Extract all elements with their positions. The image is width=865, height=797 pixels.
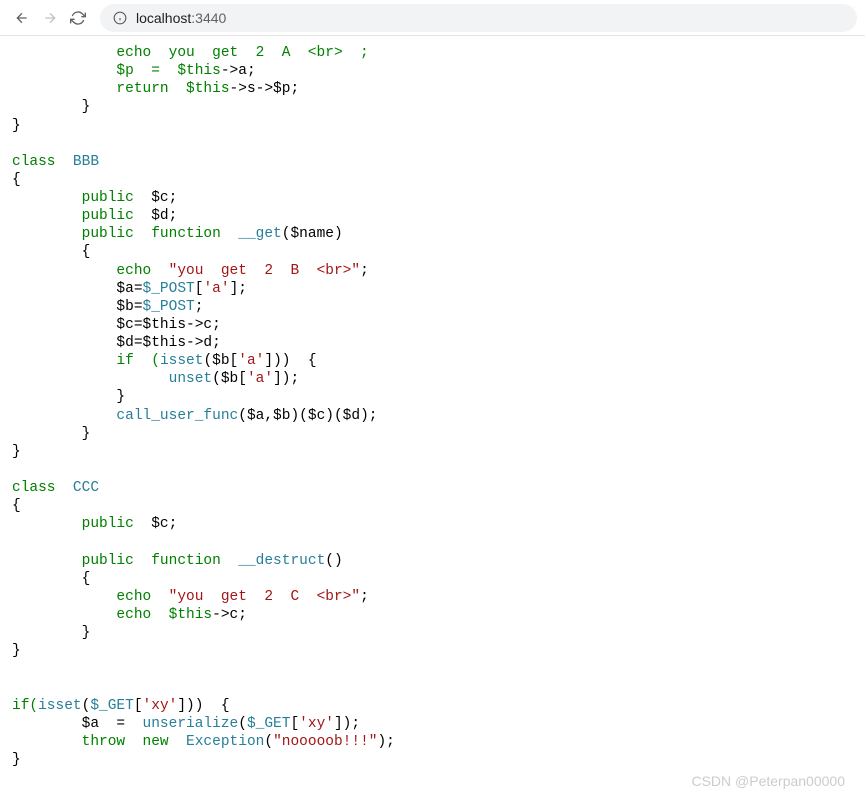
code-content: echo you get 2 A <br> ; $p = $this->a; r… (0, 36, 865, 777)
code-line: throw new Exception("nooooob!!!"); (12, 734, 395, 750)
code-line: class CCC (12, 480, 99, 496)
code-line: $a = unserialize($_GET['xy']); (12, 716, 360, 732)
code-line: if (isset($b['a'])) { (12, 353, 317, 369)
code-line: unset($b['a']); (12, 371, 299, 387)
code-line: public $c; (12, 190, 177, 206)
forward-button[interactable] (36, 4, 64, 32)
code-line: public function __get($name) (12, 226, 343, 242)
watermark: CSDN @Peterpan00000 (691, 773, 845, 789)
code-line: } (12, 625, 90, 641)
code-line: public $c; (12, 516, 177, 532)
code-line: return $this->s->$p; (12, 81, 299, 97)
code-line: public $d; (12, 208, 177, 224)
code-line: call_user_func($a,$b)($c)($d); (12, 408, 377, 424)
browser-toolbar: localhost:3440 (0, 0, 865, 36)
code-line: $b=$_POST; (12, 299, 203, 315)
code-line: class BBB (12, 154, 99, 170)
back-button[interactable] (8, 4, 36, 32)
url-host: localhost (136, 10, 191, 26)
code-line: } (12, 643, 21, 659)
reload-button[interactable] (64, 4, 92, 32)
code-line: } (12, 118, 21, 134)
code-line: } (12, 752, 21, 768)
code-line: $a=$_POST['a']; (12, 281, 247, 297)
code-line: public function __destruct() (12, 553, 343, 569)
code-line: echo "you get 2 B <br>"; (12, 263, 369, 279)
code-line: { (12, 498, 21, 514)
address-bar[interactable]: localhost:3440 (100, 4, 857, 32)
code-line: } (12, 444, 21, 460)
code-line: $p = $this->a; (12, 63, 256, 79)
url-port: :3440 (191, 10, 226, 26)
code-line: } (12, 99, 90, 115)
code-line: { (12, 571, 90, 587)
code-line: } (12, 389, 125, 405)
info-icon (112, 10, 128, 26)
code-line: { (12, 172, 21, 188)
code-line: if(isset($_GET['xy'])) { (12, 698, 230, 714)
code-line: $d=$this->d; (12, 335, 221, 351)
code-line: $c=$this->c; (12, 317, 221, 333)
code-line: echo you get 2 A <br> ; (12, 45, 369, 61)
code-line: echo "you get 2 C <br>"; (12, 589, 369, 605)
code-line: } (12, 426, 90, 442)
code-line: { (12, 244, 90, 260)
code-line: echo $this->c; (12, 607, 247, 623)
